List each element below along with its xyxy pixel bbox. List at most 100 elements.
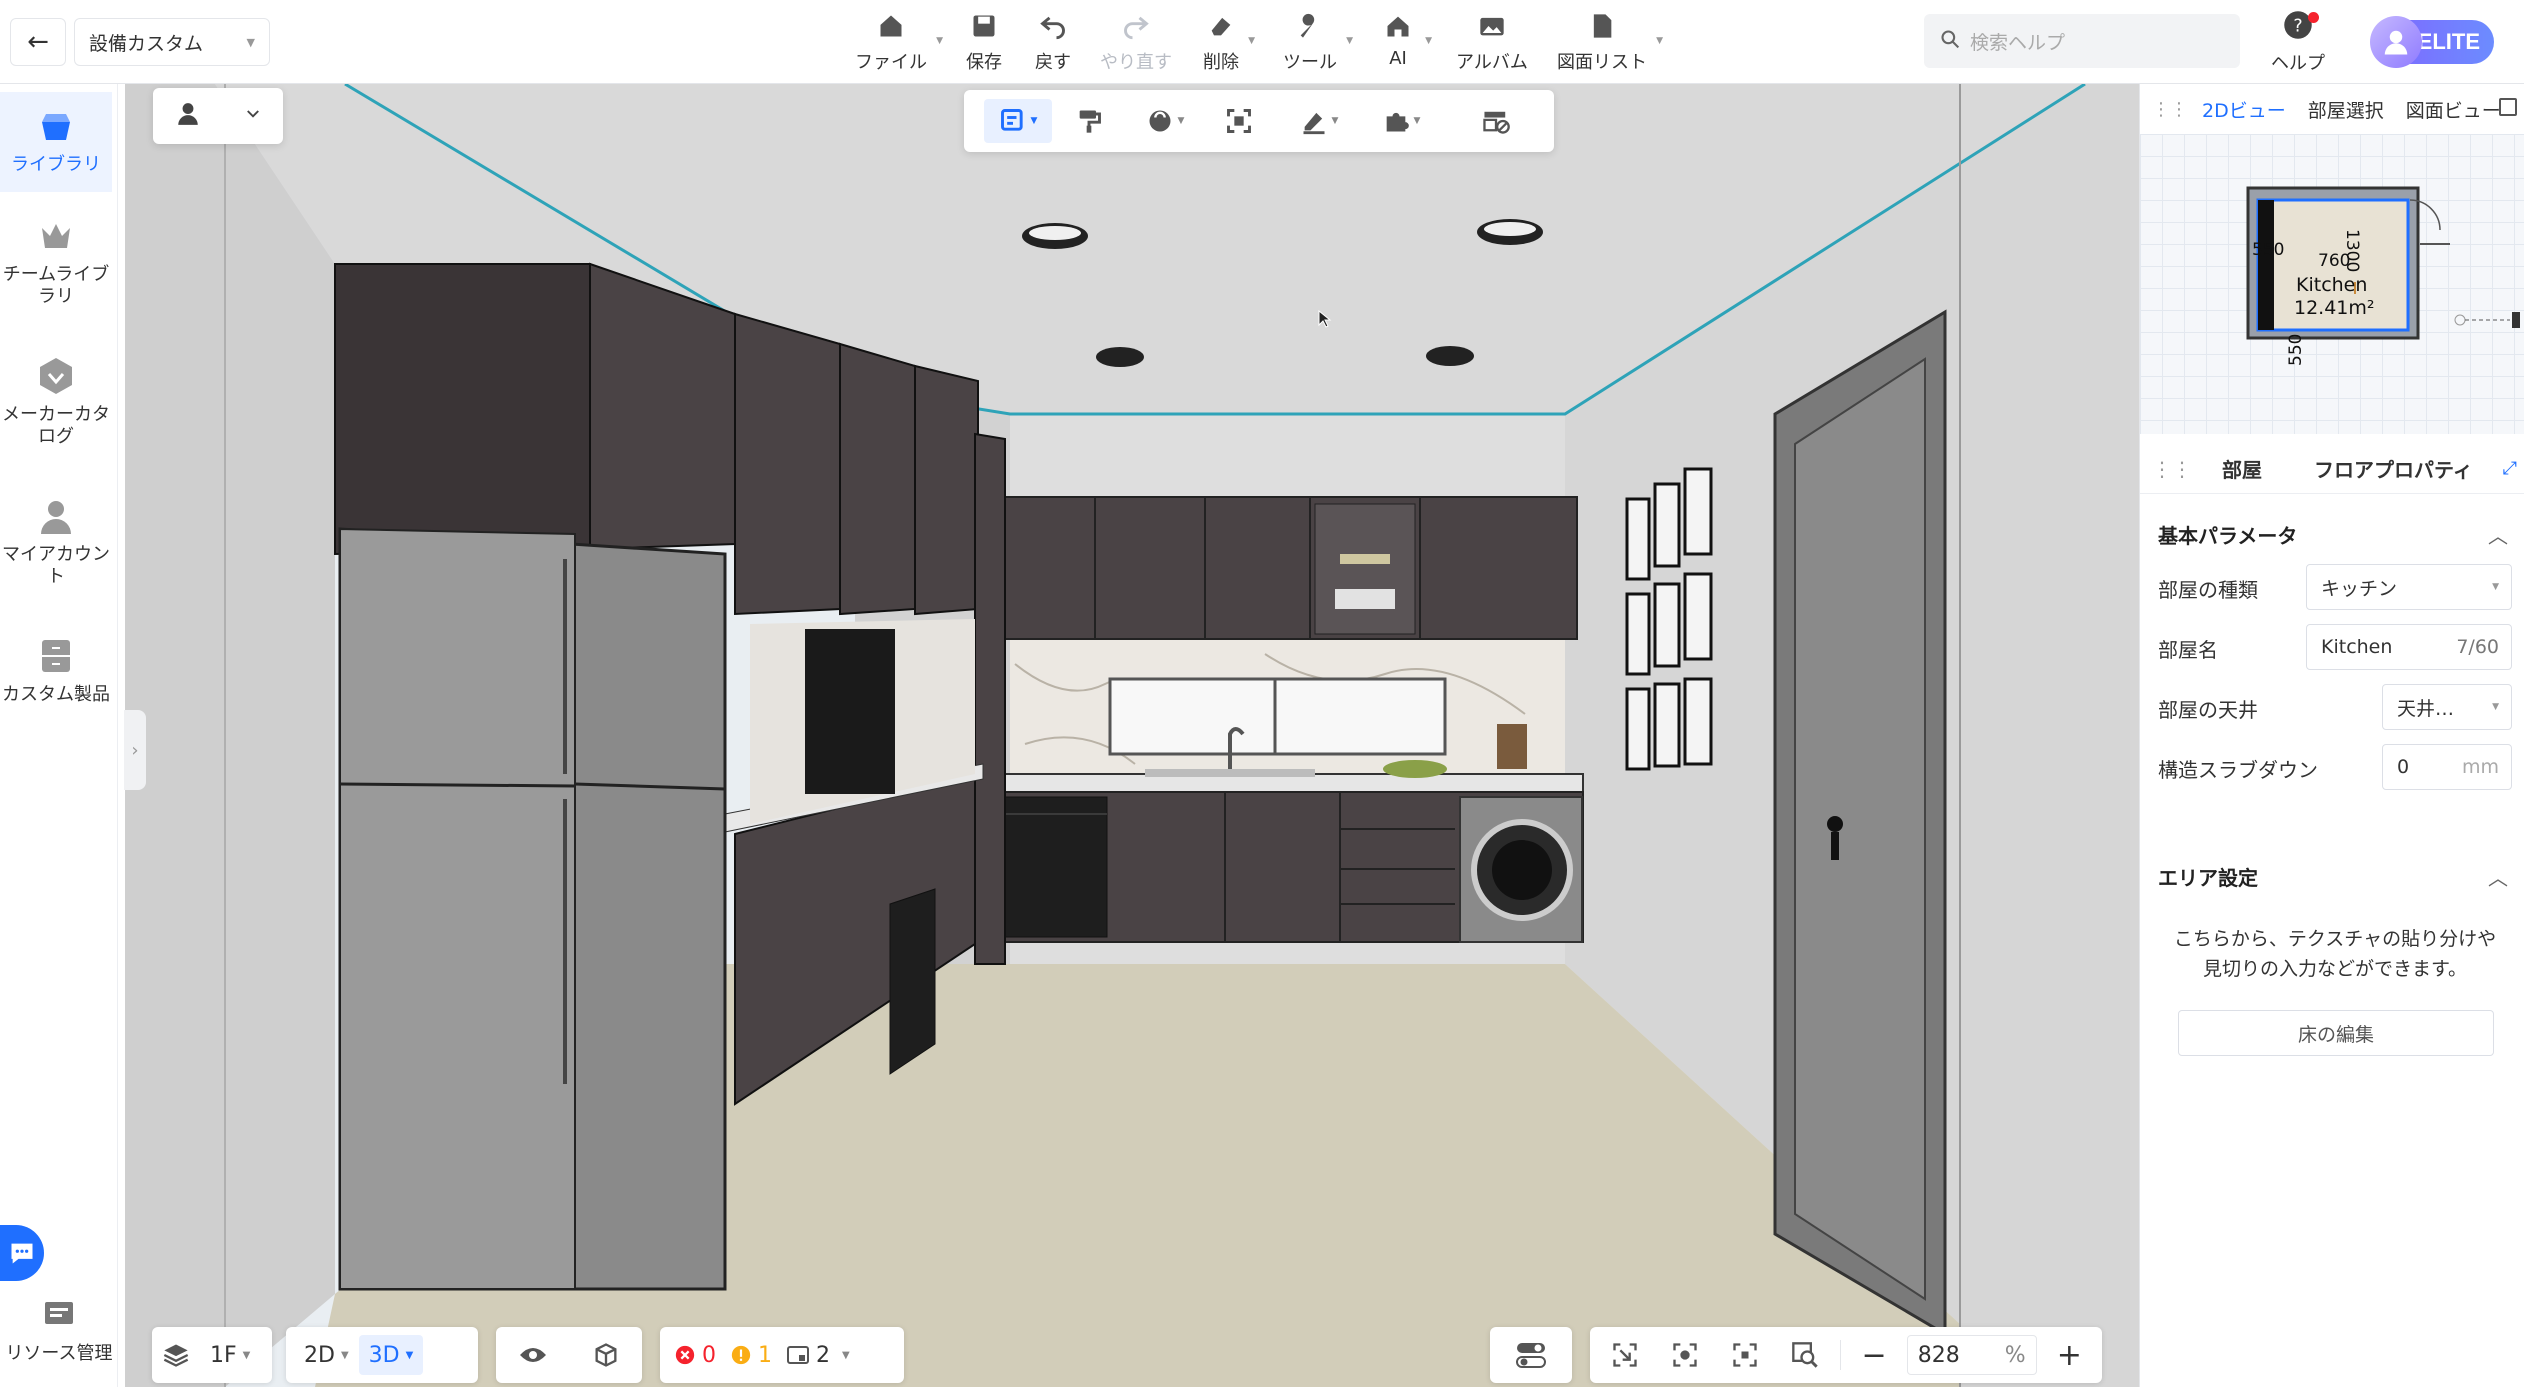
puzzle-icon (1386, 112, 1409, 132)
tab-drawing-view[interactable]: 図面ビュー (2406, 96, 2501, 123)
char-counter: 7/60 (2456, 636, 2499, 658)
measure-button[interactable]: ▼ (1284, 99, 1354, 143)
album-button[interactable]: アルバム (1456, 8, 1528, 76)
kitchen-3d-scene (125, 84, 2139, 1387)
unit-label: mm (2461, 756, 2499, 778)
visibility-button[interactable] (508, 1344, 558, 1366)
zoom-in-button[interactable]: + (2047, 1338, 2092, 1373)
expand-panel-icon[interactable] (2499, 98, 2517, 116)
edit-floor-button[interactable]: 床の編集 (2178, 1010, 2494, 1056)
person-icon (32, 492, 80, 540)
paint-roller-button[interactable] (1064, 99, 1114, 143)
drag-grip-icon[interactable]: ⋮⋮ (2152, 99, 2188, 120)
zoom-area-button[interactable] (1780, 1341, 1830, 1369)
help-search-input[interactable]: 検索ヘルプ (1924, 14, 2240, 68)
zoom-search-icon (1792, 1342, 1818, 1368)
focus-frame-button[interactable] (1214, 99, 1264, 143)
sidebar-item-custom-products[interactable]: カスタム製品 (0, 632, 112, 706)
caret-down-icon: ▼ (1177, 116, 1185, 126)
drag-grip-icon[interactable]: ⋮⋮ (2152, 457, 2192, 481)
sidebar-item-team-library[interactable]: チームライブラリ (0, 212, 112, 308)
sidebar-item-library[interactable]: ライブラリ (0, 92, 112, 192)
layers-icon (152, 1341, 200, 1369)
top-toolbar: ← 設備カスタム ▼ ファイル ▼ 保存 戻す やり直す 削除 ▼ ツール ▼ … (0, 0, 2524, 84)
camera-settings-button[interactable] (1660, 1341, 1710, 1369)
caret-down-icon: ▼ (1030, 116, 1038, 126)
view-settings-button[interactable] (1490, 1327, 1572, 1383)
zoom-out-button[interactable]: − (1851, 1338, 1896, 1373)
room-name-label: 部屋名 (2158, 638, 2218, 662)
issue-counter[interactable]: 0 1 2 ▼ (660, 1327, 904, 1383)
caret-down-icon: ▼ (405, 1349, 414, 1361)
cabinet-icon (32, 632, 80, 680)
tools-menu-button[interactable]: ツール ▼ (1283, 8, 1353, 76)
caret-down-icon: ▼ (1248, 36, 1255, 46)
view-tabs: ⋮⋮ 2Dビュー 部屋選択 図面ビュー (2140, 84, 2524, 134)
caret-down-icon: ▼ (2492, 582, 2499, 592)
maker-badge-icon (32, 352, 80, 400)
material-button[interactable]: ▼ (1130, 99, 1200, 143)
cube-view-button[interactable] (582, 1341, 630, 1369)
camera-gear-icon (1673, 1343, 1697, 1367)
caret-down-icon: ▼ (1425, 36, 1432, 46)
select-mode-button[interactable]: ▼ (984, 99, 1052, 143)
plugin-button[interactable]: ▼ (1366, 99, 1436, 143)
upper-cabinets-back (986, 496, 1578, 640)
wall-picture-frames (1625, 467, 1713, 771)
project-select[interactable]: 設備カスタム ▼ (74, 18, 270, 66)
project-name: 設備カスタム (89, 32, 204, 55)
camera-user-select[interactable] (153, 88, 283, 144)
hide-objects-button[interactable] (1464, 99, 1528, 143)
back-button[interactable]: ← (10, 18, 66, 66)
image-icon (1474, 8, 1510, 44)
redo-button[interactable]: やり直す (1100, 8, 1172, 76)
caret-down-icon: ▼ (340, 1349, 349, 1361)
focus-button[interactable] (1720, 1341, 1770, 1369)
cube-icon (595, 1343, 617, 1367)
sidebar-item-my-account[interactable]: マイアカウント (0, 492, 112, 588)
zoom-level-input[interactable]: 828 % (1906, 1335, 2037, 1375)
tab-room[interactable]: 部屋 (2222, 454, 2262, 483)
ai-menu-button[interactable]: AI ▼ (1380, 8, 1432, 76)
left-sidebar: ライブラリ チームライブラリ メーカーカタログ マイアカウント カスタム製品 (0, 84, 118, 1387)
slab-down-input[interactable]: 0 mm (2382, 744, 2512, 790)
tab-2d-view[interactable]: 2Dビュー (2202, 96, 2286, 123)
expand-arrows-icon[interactable]: ⤢ (2503, 458, 2517, 479)
avatar[interactable] (2370, 16, 2422, 68)
drawing-list-button[interactable]: 図面リスト ▼ (1557, 8, 1663, 76)
save-button[interactable]: 保存 (966, 8, 1002, 76)
room-name-input[interactable]: Kitchen 7/60 (2306, 624, 2512, 670)
floorplan-minimap[interactable]: 760 1300 550 550 Kitchen 12.41m² (2140, 134, 2524, 434)
eraser-icon (1203, 8, 1239, 44)
area-settings-section-header[interactable]: エリア設定 ︿ (2158, 862, 2508, 891)
redo-icon (1118, 8, 1154, 44)
view-toolbar: ▼ ▼ ▼ ▼ (964, 90, 1554, 152)
tab-room-select[interactable]: 部屋選択 (2308, 96, 2384, 123)
3d-viewport[interactable] (125, 84, 2139, 1387)
minimap-room-name: Kitchen (2296, 274, 2368, 296)
view-2d-button[interactable]: 2D ▼ (294, 1343, 359, 1368)
notification-dot (2308, 12, 2319, 23)
wrench-icon (1292, 8, 1328, 44)
caret-down-icon: ▼ (1413, 116, 1421, 126)
sidebar-item-maker-catalog[interactable]: メーカーカタログ (0, 352, 112, 448)
person-icon (175, 101, 201, 131)
tab-floor-properties[interactable]: フロアプロパティ (2314, 454, 2473, 483)
room-type-select[interactable]: キッチン ▼ (2306, 564, 2512, 610)
ceiling-select[interactable]: 天井… ▼ (2382, 684, 2512, 730)
basic-params-section-header[interactable]: 基本パラメータ ︿ (2158, 520, 2508, 549)
delete-button[interactable]: 削除 ▼ (1203, 8, 1255, 76)
view-3d-button[interactable]: 3D ▼ (358, 1335, 424, 1375)
fit-selection-button[interactable] (1600, 1341, 1650, 1369)
error-count: 0 (702, 1342, 716, 1368)
help-button[interactable]: ? ヘルプ (2268, 10, 2328, 75)
undo-button[interactable]: 戻す (1035, 8, 1071, 76)
file-menu-button[interactable]: ファイル ▼ (855, 8, 943, 76)
caret-down-icon: ▼ (842, 1349, 850, 1361)
floor-selector[interactable]: 1F ▼ (152, 1327, 272, 1383)
info-count: 2 (816, 1342, 830, 1368)
resource-management-button[interactable]: リソース管理 (0, 1300, 118, 1365)
sidebar-expand-handle[interactable]: › (124, 710, 146, 790)
minimap-room-area: 12.41m² (2294, 297, 2375, 319)
room-type-label: 部屋の種類 (2158, 578, 2258, 602)
